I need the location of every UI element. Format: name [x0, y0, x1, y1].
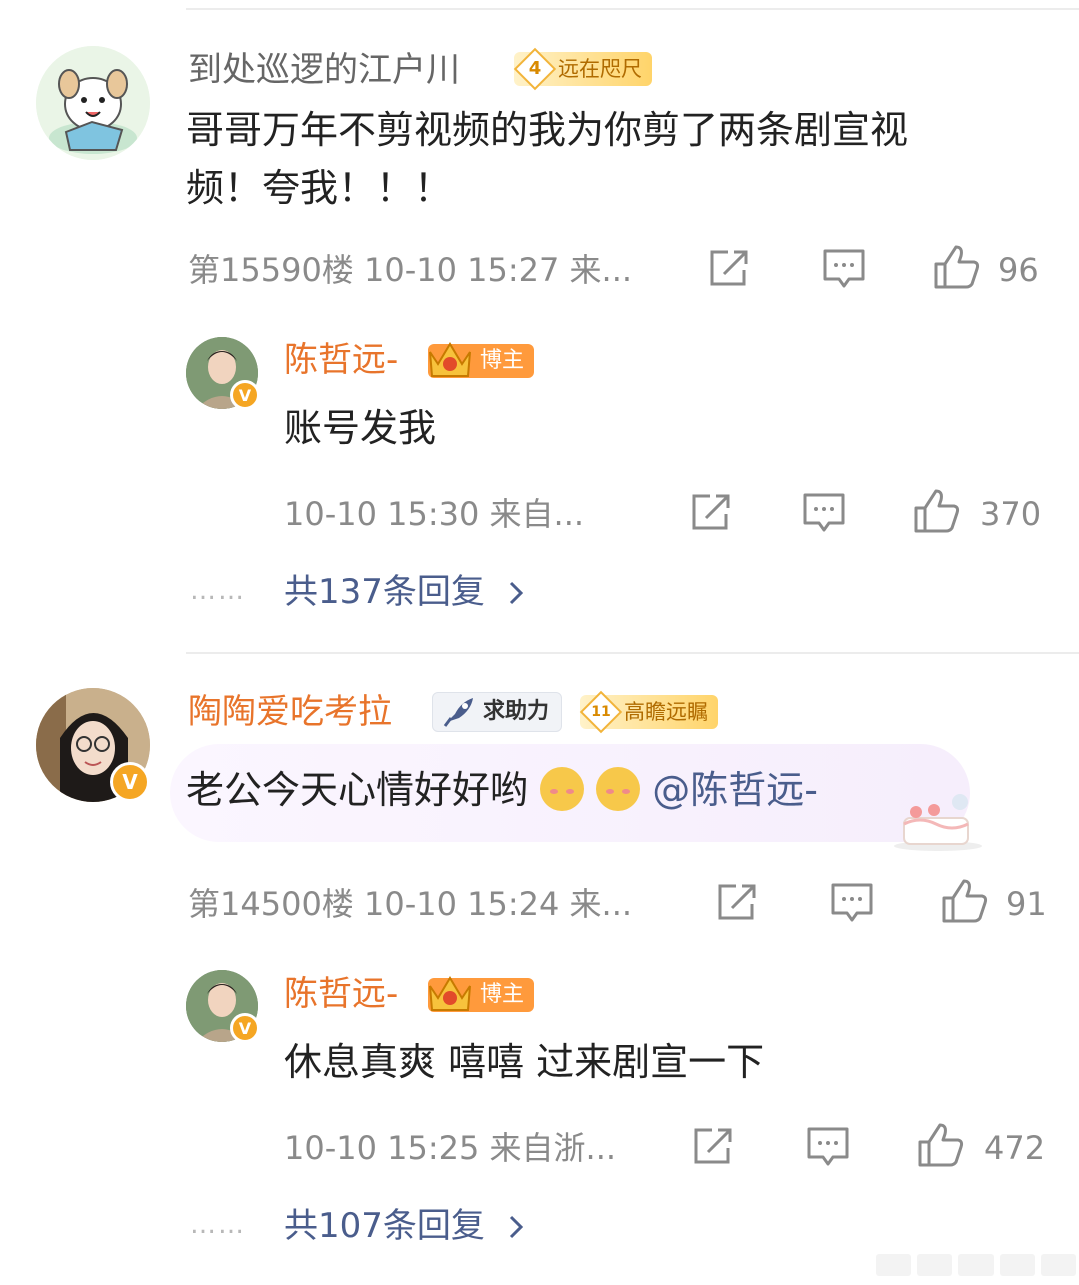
help-badge[interactable]: 求助力: [432, 692, 563, 732]
comment-meta: 第14500楼 10-10 15:24 来...: [188, 885, 633, 923]
thread-dots: ……: [190, 576, 246, 606]
chevron-right-icon: [509, 581, 523, 605]
reply-text: 账号发我: [284, 406, 437, 450]
reply-meta: 10-10 15:25 来自浙...: [284, 1129, 617, 1167]
chevron-right-icon: [509, 1215, 523, 1239]
like-count: 91: [1006, 885, 1047, 923]
comment-icon[interactable]: [830, 882, 874, 924]
comment-body: 老公今天心情好好哟: [186, 768, 529, 812]
more-replies-label: 共107条回复: [284, 1206, 485, 1246]
avatar[interactable]: [36, 46, 150, 160]
verified-badge: V: [110, 762, 150, 802]
host-badge: 博主: [428, 976, 535, 1012]
comment-icon[interactable]: [822, 248, 866, 290]
comment-icon[interactable]: [802, 492, 846, 534]
crown-icon: [429, 342, 471, 377]
username[interactable]: 到处巡逻的江户川: [188, 50, 460, 90]
comment-text: 老公今天心情好好哟 @陈哲远-: [186, 762, 818, 818]
verified-badge: V: [230, 1013, 260, 1043]
fan-badge-label: 远在咫尺: [558, 57, 642, 81]
mention-link[interactable]: @陈哲远-: [652, 768, 818, 812]
like-count: 472: [984, 1129, 1046, 1167]
comment-divider: [186, 652, 1079, 654]
thread-dots: ……: [190, 1210, 246, 1240]
like-icon[interactable]: [932, 244, 982, 290]
reply-username[interactable]: 陈哲远-: [284, 974, 398, 1014]
reply-username[interactable]: 陈哲远-: [284, 340, 398, 380]
share-icon[interactable]: [692, 1126, 736, 1166]
share-icon[interactable]: [716, 882, 760, 922]
fan-level: 4: [528, 58, 542, 79]
fan-level: 11: [591, 704, 611, 720]
more-replies-label: 共137条回复: [284, 572, 485, 612]
rocket-icon: [443, 698, 473, 727]
host-badge: 博主: [428, 342, 535, 378]
more-replies-link[interactable]: 共137条回复: [284, 572, 526, 612]
comment-meta: 第15590楼 10-10 15:27 来...: [188, 251, 633, 289]
more-replies-link[interactable]: 共107条回复: [284, 1206, 526, 1246]
crown-icon: [429, 976, 471, 1011]
comment-text: 哥哥万年不剪视频的我为你剪了两条剧宣视: [186, 108, 909, 152]
like-count: 96: [998, 251, 1039, 289]
share-icon[interactable]: [690, 492, 734, 532]
reply-text: 休息真爽 嘻嘻 过来剧宣一下: [284, 1040, 765, 1084]
like-icon[interactable]: [912, 488, 962, 534]
blush-emoji-icon: [596, 767, 641, 811]
fan-badge[interactable]: 4 远在咫尺: [513, 47, 652, 91]
watermark: [876, 1254, 1077, 1276]
like-count: 370: [980, 495, 1042, 533]
like-icon[interactable]: [940, 878, 990, 924]
username[interactable]: 陶陶爱吃考拉: [188, 692, 392, 732]
verified-badge: V: [230, 380, 260, 410]
reply-meta: 10-10 15:30 来自...: [284, 495, 585, 533]
comment-icon[interactable]: [806, 1126, 850, 1168]
host-badge-label: 博主: [480, 982, 525, 1007]
fan-badge-label: 高瞻远瞩: [624, 700, 708, 724]
cake-decoration-icon: [894, 794, 982, 851]
share-icon[interactable]: [708, 248, 752, 288]
help-badge-label: 求助力: [483, 699, 550, 724]
blush-emoji-icon: [540, 767, 585, 811]
like-icon[interactable]: [916, 1122, 966, 1168]
host-badge-label: 博主: [480, 348, 525, 373]
fan-badge[interactable]: 11 高瞻远瞩: [579, 690, 718, 734]
comment-text-cont: 频！夸我！！！: [186, 166, 453, 210]
top-divider: [186, 8, 1079, 10]
